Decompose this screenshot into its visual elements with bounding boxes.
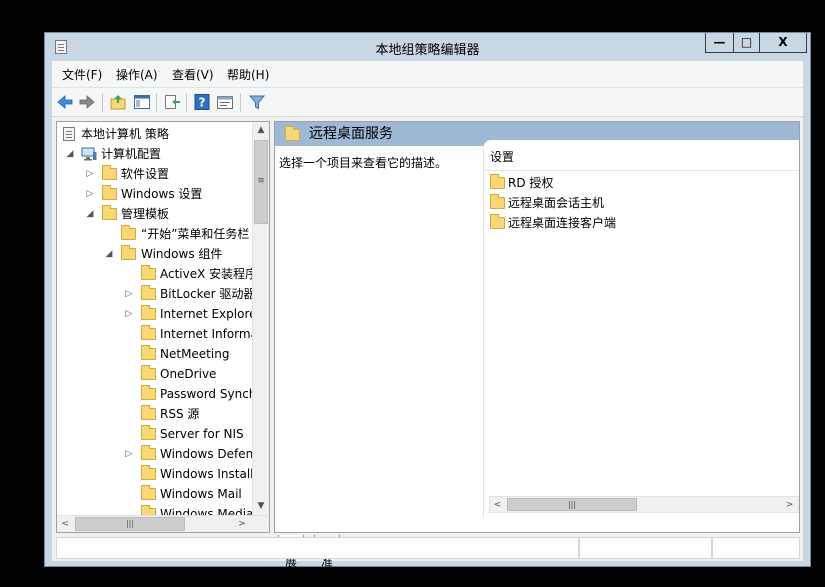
minimize-button[interactable]: — xyxy=(705,33,733,53)
back-icon[interactable] xyxy=(56,93,74,111)
description-text: 选择一个项目来查看它的描述。 xyxy=(279,156,448,170)
folder-icon xyxy=(102,165,117,180)
toolbar-separator xyxy=(186,93,187,112)
tree-item-label: OneDrive xyxy=(160,367,217,381)
maximize-button[interactable]: □ xyxy=(733,33,759,53)
forward-icon[interactable] xyxy=(78,93,96,111)
tree-vertical-scrollbar[interactable]: ▲ ≡ ▼ xyxy=(252,122,269,515)
status-cell-middle xyxy=(579,537,712,559)
status-cell-right xyxy=(712,537,800,559)
tree-horizontal-scrollbar[interactable]: < ||| > xyxy=(57,515,269,532)
folder-icon xyxy=(141,425,156,440)
folder-icon xyxy=(141,365,156,380)
tree-item-label: Internet Explorer xyxy=(160,307,262,321)
tree-item-label: NetMeeting xyxy=(160,347,230,361)
tree-item-label: “开始”菜单和任务栏 xyxy=(141,227,250,241)
filter-icon[interactable] xyxy=(248,93,266,111)
policy-document-icon xyxy=(63,127,75,141)
client-area: 文件(F) 操作(A) 查看(V) 帮助(H) ? 本地计算机 策略 ◢ 计算机… xyxy=(52,61,803,569)
menu-view[interactable]: 查看(V) xyxy=(172,66,214,83)
list-item-label: 远程桌面连接客户端 xyxy=(508,216,617,230)
scroll-right-arrow-icon[interactable]: > xyxy=(782,497,797,512)
column-header-divider xyxy=(484,170,799,171)
folder-icon xyxy=(102,185,117,200)
properties-icon[interactable] xyxy=(216,93,234,111)
folder-icon xyxy=(141,305,156,320)
toolbar-separator xyxy=(156,93,157,112)
show-hide-tree-icon[interactable] xyxy=(133,93,151,111)
help-icon[interactable]: ? xyxy=(193,93,211,111)
menu-file[interactable]: 文件(F) xyxy=(62,66,102,83)
collapse-arrow-icon[interactable]: ◢ xyxy=(104,244,114,264)
scroll-left-arrow-icon[interactable]: < xyxy=(57,516,73,532)
title-bar[interactable]: 本地组策略编辑器 — □ X xyxy=(45,33,810,61)
toolbar-separator xyxy=(240,93,241,112)
folder-icon xyxy=(141,325,156,340)
column-header-setting[interactable]: 设置 xyxy=(490,148,514,165)
tree-vertical-scroll-thumb[interactable]: ≡ xyxy=(254,140,268,224)
folder-icon xyxy=(121,245,136,260)
list-item-label: 远程桌面会话主机 xyxy=(508,196,605,210)
expand-arrow-icon[interactable]: ▷ xyxy=(124,284,134,304)
folder-icon xyxy=(141,345,156,360)
folder-icon xyxy=(141,285,156,300)
section-title: 远程桌面服务 xyxy=(309,126,393,142)
scroll-left-arrow-icon[interactable]: < xyxy=(490,497,505,512)
folder-icon xyxy=(141,465,156,480)
expand-arrow-icon[interactable]: ▷ xyxy=(85,164,95,184)
folder-icon xyxy=(490,194,505,209)
settings-list[interactable]: 设置 RD 授权 远程桌面会话主机 远程桌面连接客户端 xyxy=(483,140,799,518)
expand-arrow-icon[interactable]: ▷ xyxy=(85,184,95,204)
toolbar: ? xyxy=(52,88,803,117)
folder-icon xyxy=(141,385,156,400)
tree-root-label: 本地计算机 策略 xyxy=(81,127,169,141)
folder-icon xyxy=(490,214,505,229)
tree-item-label: RSS 源 xyxy=(160,407,200,421)
folder-icon xyxy=(121,225,136,240)
tree-item-label: Server for NIS xyxy=(160,427,244,441)
tree-item-label: Windows 组件 xyxy=(141,247,223,261)
folder-icon xyxy=(141,405,156,420)
tree-item-label: 软件设置 xyxy=(121,167,170,181)
tree-item-label: Windows 设置 xyxy=(121,187,203,201)
tree-item-label: 管理模板 xyxy=(121,207,170,221)
window-title: 本地组策略编辑器 xyxy=(375,43,480,58)
status-bar xyxy=(56,537,800,559)
details-pane: 远程桌面服务 选择一个项目来查看它的描述。 设置 RD 授权 远程桌面会话主机 … xyxy=(274,121,800,533)
app-window: 本地组策略编辑器 — □ X 文件(F) 操作(A) 查看(V) 帮助(H) ? xyxy=(44,32,811,569)
scroll-grip-icon: ≡ xyxy=(257,176,265,186)
expand-arrow-icon[interactable]: ▷ xyxy=(124,444,134,464)
tree-item-label: Windows Installer xyxy=(160,467,266,481)
folder-icon xyxy=(102,205,117,220)
folder-icon xyxy=(141,485,156,500)
status-cell-main xyxy=(56,537,579,559)
tree-item-label: 计算机配置 xyxy=(101,147,162,161)
list-item-label: RD 授权 xyxy=(508,176,554,190)
folder-icon xyxy=(490,174,505,189)
tree-item-label: Windows Mail xyxy=(160,487,242,501)
tree-horizontal-scroll-thumb[interactable]: ||| xyxy=(75,517,185,531)
folder-icon xyxy=(285,126,300,141)
toolbar-separator xyxy=(102,93,103,112)
scroll-up-arrow-icon[interactable]: ▲ xyxy=(253,122,269,139)
expand-arrow-icon[interactable]: ▷ xyxy=(124,304,134,324)
list-horizontal-scrollbar[interactable]: < ||| > xyxy=(489,496,799,513)
collapse-arrow-icon[interactable]: ◢ xyxy=(65,144,75,164)
folder-icon xyxy=(141,445,156,460)
menu-help[interactable]: 帮助(H) xyxy=(227,66,269,83)
folder-icon xyxy=(141,265,156,280)
menu-bar: 文件(F) 操作(A) 查看(V) 帮助(H) xyxy=(52,61,803,88)
computer-icon xyxy=(81,147,97,161)
svg-text:?: ? xyxy=(199,96,206,110)
collapse-arrow-icon[interactable]: ◢ xyxy=(85,204,95,224)
close-button[interactable]: X xyxy=(759,33,807,53)
list-horizontal-scroll-thumb[interactable]: ||| xyxy=(507,498,637,511)
export-list-icon[interactable] xyxy=(163,93,181,111)
scroll-down-arrow-icon[interactable]: ▼ xyxy=(253,498,269,515)
up-folder-icon[interactable] xyxy=(109,93,127,111)
scroll-right-arrow-icon[interactable]: > xyxy=(234,516,250,532)
menu-action[interactable]: 操作(A) xyxy=(116,66,158,83)
tree-pane[interactable]: 本地计算机 策略 ◢ 计算机配置 ▷ 软件设置 ▷ Windows 设置 ◢ 管… xyxy=(56,121,270,533)
